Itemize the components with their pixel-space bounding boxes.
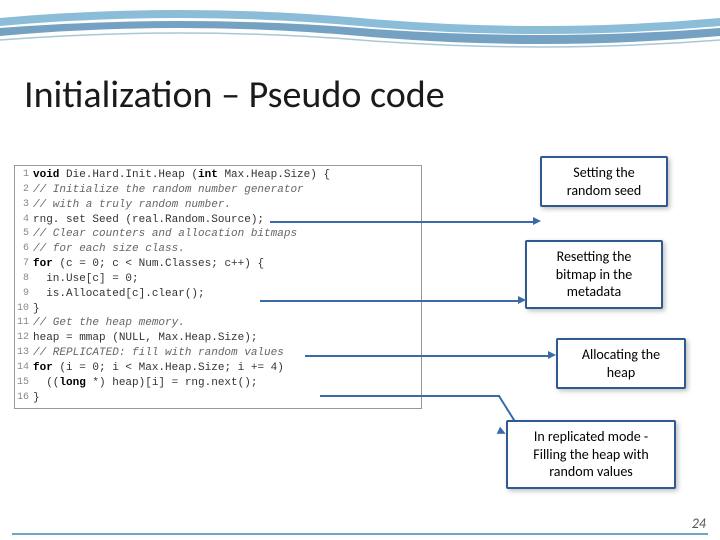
callout-random-seed: Setting the random seed	[540, 156, 668, 207]
arrow-head-1	[533, 217, 541, 225]
arrow-1	[270, 221, 535, 223]
arrow-head-3	[548, 351, 556, 359]
callout-replicated-fill: In replicated mode - Filling the heap wi…	[506, 420, 676, 489]
pseudocode-box: 1void Die.Hard.Init.Heap (int Max.Heap.S…	[14, 165, 422, 409]
bottom-rule	[12, 533, 708, 535]
slide-title: Initialization – Pseudo code	[24, 72, 445, 118]
arrow-3	[305, 355, 550, 357]
arrow-2	[260, 300, 520, 302]
callout-reset-bitmap: Resetting the bitmap in the metadata	[525, 240, 663, 309]
decorative-wave	[0, 0, 720, 70]
arrow-4	[320, 395, 500, 397]
slide-number: 24	[692, 515, 706, 532]
callout-allocate-heap: Allocating the heap	[556, 338, 686, 389]
